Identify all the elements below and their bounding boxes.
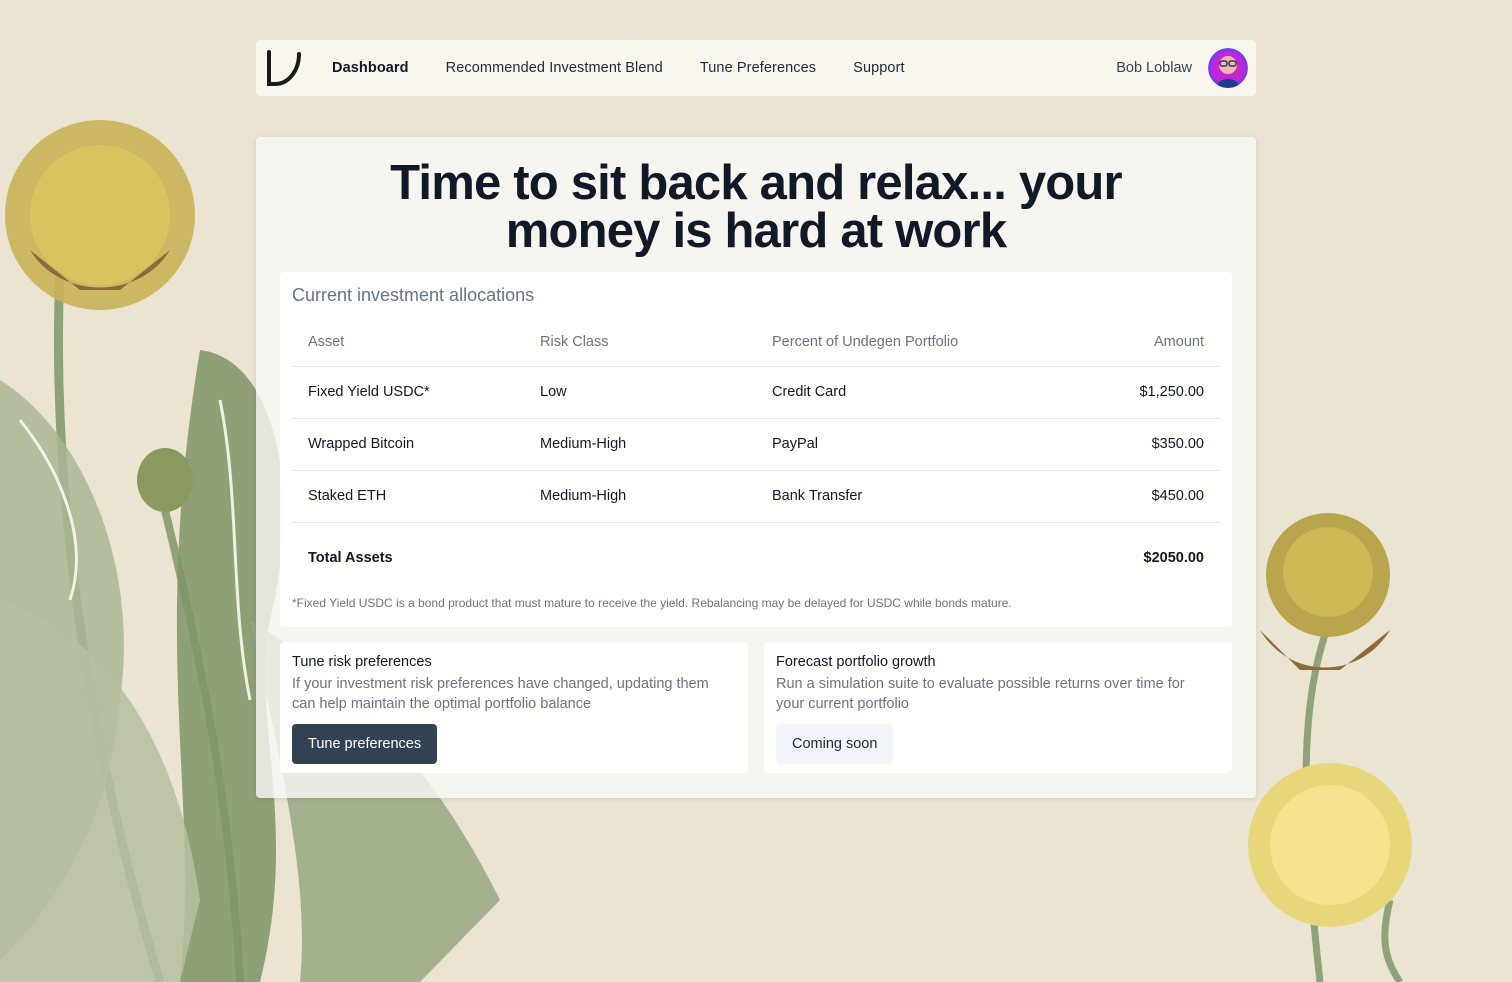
column-header-asset: Asset [292,318,524,367]
tune-risk-description: If your investment risk preferences have… [292,676,709,712]
user-menu[interactable]: Bob Loblaw [1116,48,1248,88]
cell-percent: Bank Transfer [756,470,1078,523]
tune-risk-panel: Tune risk preferences If your investment… [280,642,748,773]
nav-link-support[interactable]: Support [853,60,905,76]
allocations-panel: Current investment allocations Asset Ris… [280,272,1232,627]
headline-line-2: money is hard at work [505,204,1007,258]
forecast-title: Forecast portfolio growth [776,654,936,670]
cell-asset: Wrapped Bitcoin [292,418,524,471]
dashboard-card: Time to sit back and relax... your money… [256,137,1256,798]
user-name: Bob Loblaw [1116,60,1192,76]
forecast-description: Run a simulation suite to evaluate possi… [776,676,1185,712]
allocations-table: Asset Risk Class Percent of Undegen Port… [292,318,1220,594]
table-header-row: Asset Risk Class Percent of Undegen Port… [292,318,1220,367]
cell-asset: Fixed Yield USDC* [292,366,524,419]
total-label: Total Assets [308,550,393,567]
table-row: Fixed Yield USDC* Low Credit Card $1,250… [292,366,1220,419]
cell-percent: PayPal [756,418,1078,471]
column-header-risk-class: Risk Class [524,318,756,367]
nav-link-recommended-investment-blend[interactable]: Recommended Investment Blend [446,60,663,76]
cell-risk-class: Medium-High [524,418,756,471]
nav-links: Dashboard Recommended Investment Blend T… [332,60,942,76]
cell-asset: Staked ETH [292,470,524,523]
allocations-title: Current investment allocations [292,285,535,305]
allocations-footnote: *Fixed Yield USDC is a bond product that… [292,596,1012,610]
nav-link-dashboard[interactable]: Dashboard [332,60,409,76]
nav-link-tune-preferences[interactable]: Tune Preferences [700,60,816,76]
cell-amount: $450.00 [1077,470,1220,523]
undegen-logo-icon[interactable] [264,46,304,90]
total-row: Total Assets $2050.00 [292,522,1220,594]
cell-risk-class: Low [524,366,756,419]
forecast-panel: Forecast portfolio growth Run a simulati… [764,642,1232,773]
column-header-percent: Percent of Undegen Portfolio [756,318,1078,367]
cell-risk-class: Medium-High [524,470,756,523]
tune-preferences-button[interactable]: Tune preferences [292,724,438,764]
headline-line-1: Time to sit back and relax... your [390,156,1122,210]
table-row: Wrapped Bitcoin Medium-High PayPal $350.… [292,418,1220,471]
coming-soon-button[interactable]: Coming soon [776,724,894,764]
cell-percent: Credit Card [756,366,1078,419]
total-amount: $2050.00 [1143,550,1204,567]
top-navbar: Dashboard Recommended Investment Blend T… [256,40,1256,96]
cell-amount: $350.00 [1077,418,1220,471]
page-headline: Time to sit back and relax... your money… [256,156,1256,258]
tune-risk-title: Tune risk preferences [292,654,432,670]
column-header-amount: Amount [1077,318,1220,367]
user-avatar[interactable] [1208,48,1248,88]
cell-amount: $1,250.00 [1077,366,1220,419]
table-row: Staked ETH Medium-High Bank Transfer $45… [292,470,1220,523]
